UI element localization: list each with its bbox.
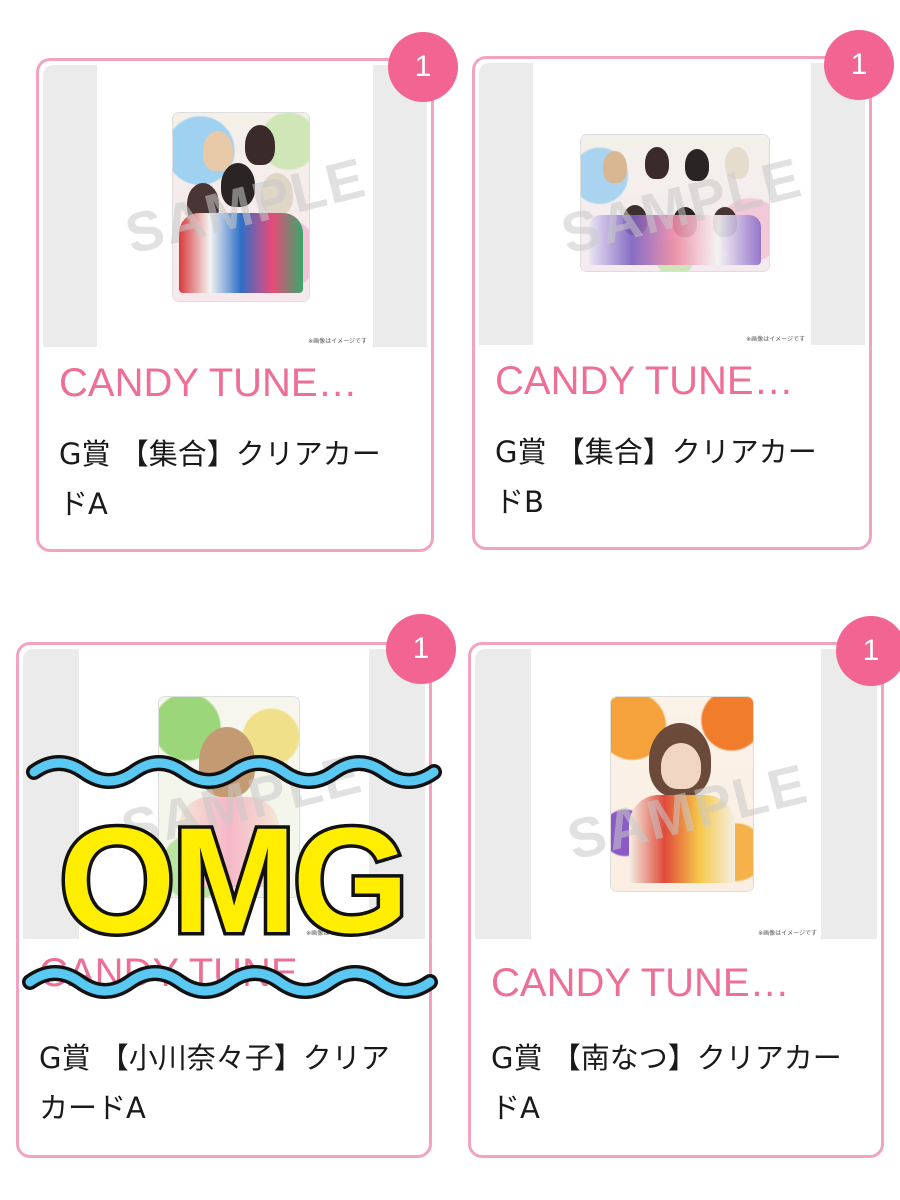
- product-image: SAMPLE ※画像はイメージです: [43, 65, 427, 347]
- quantity-badge: 1: [836, 616, 900, 686]
- product-card-2[interactable]: SAMPLE ※画像はイメージです CANDY TUNE… G賞 【集合】クリア…: [472, 56, 872, 550]
- product-name[interactable]: G賞 【南なつ】クリアカードA: [491, 1033, 861, 1133]
- quantity-badge: 1: [824, 30, 894, 100]
- product-name[interactable]: G賞 【小川奈々子】クリアカードA: [39, 1033, 409, 1133]
- image-note: ※画像はイメージです: [758, 930, 817, 937]
- product-image: SAMPLE ※画像はイメージです: [475, 649, 877, 939]
- product-image: SAMPLE ※画像はイメージです: [479, 63, 865, 345]
- product-title[interactable]: CANDY TUNE…: [59, 361, 358, 406]
- omg-text: OMG: [59, 796, 405, 964]
- product-card-4[interactable]: SAMPLE ※画像はイメージです CANDY TUNE… G賞 【南なつ】クリ…: [468, 642, 884, 1158]
- omg-sticker: OMG: [22, 755, 442, 999]
- product-name[interactable]: G賞 【集合】クリアカードB: [495, 427, 845, 527]
- quantity-badge: 1: [386, 614, 456, 684]
- product-card-1[interactable]: SAMPLE ※画像はイメージです CANDY TUNE… G賞 【集合】クリア…: [36, 58, 434, 552]
- image-note: ※画像はイメージです: [746, 336, 805, 343]
- image-note: ※画像はイメージです: [308, 338, 367, 345]
- product-title[interactable]: CANDY TUNE…: [495, 359, 794, 404]
- quantity-badge: 1: [388, 32, 458, 102]
- product-title[interactable]: CANDY TUNE…: [491, 961, 790, 1006]
- product-name[interactable]: G賞 【集合】クリアカードA: [59, 429, 409, 529]
